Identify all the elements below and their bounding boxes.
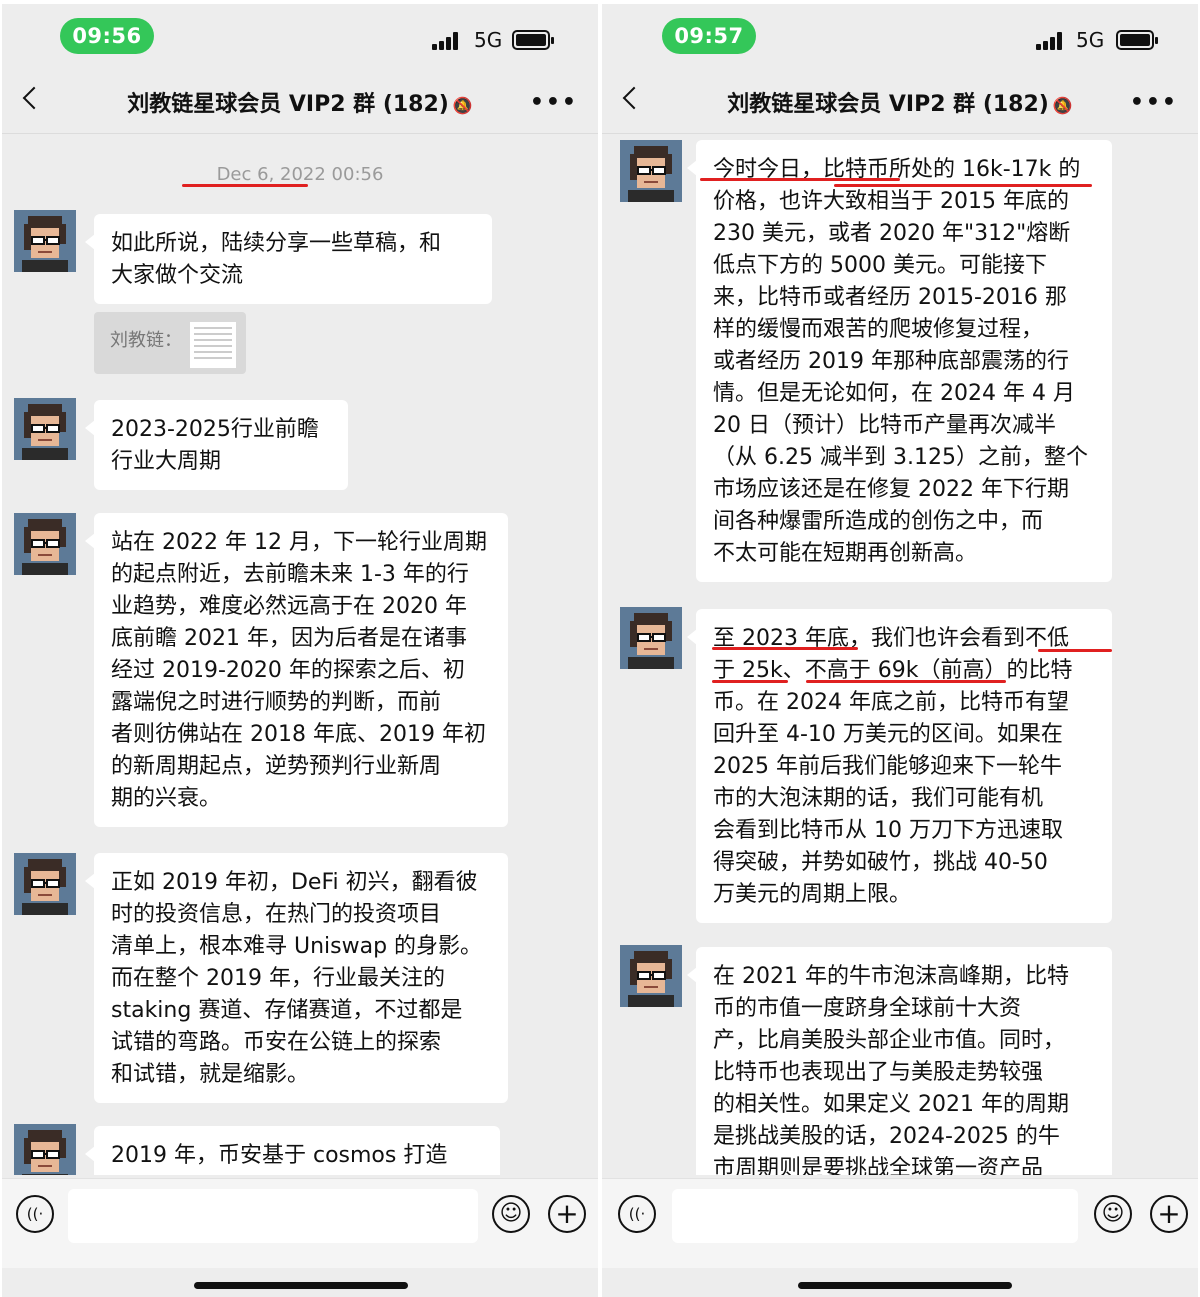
input-bar: ((· ☺ + [2, 1178, 598, 1268]
document-icon [190, 322, 236, 368]
annotation-underline [712, 680, 788, 683]
plus-icon[interactable]: + [1150, 1195, 1188, 1233]
annotation-underline [182, 184, 308, 187]
avatar[interactable] [14, 398, 76, 460]
message-input[interactable] [68, 1189, 478, 1243]
chat-title[interactable]: 刘教链星球会员 VIP2 群 (182) 🔕 [662, 86, 1138, 118]
mute-bell-icon: 🔕 [452, 96, 473, 115]
network-label: 5G [1076, 28, 1105, 52]
screenshot-composite: 09:56 5G 刘教链星球会员 VIP2 群 (182) 🔕 ••• Dec 6… [0, 0, 1200, 1297]
annotation-underline [1038, 649, 1112, 652]
home-indicator [798, 1282, 1012, 1289]
phone-right: 09:57 5G 刘教链星球会员 VIP2 群 (182) 🔕 ••• 今时今日，… [602, 4, 1198, 1297]
more-dots-icon[interactable]: ••• [1130, 90, 1178, 115]
annotation-underline [700, 178, 900, 181]
message-bubble[interactable]: 今时今日，比特币所处的 16k-17k 的 价格，也许大致相当于 2015 年底… [687, 140, 1112, 582]
message-timestamp: Dec 6, 2022 00:56 [216, 164, 384, 185]
home-indicator [194, 1282, 408, 1289]
file-message[interactable]: 刘教链： [94, 312, 246, 374]
chat-area[interactable]: 今时今日，比特币所处的 16k-17k 的 价格，也许大致相当于 2015 年底… [602, 135, 1198, 1175]
message-bubble[interactable]: 站在 2022 年 12 月，下一轮行业周期 的起点附近，去前瞻未来 1-3 年… [85, 513, 508, 827]
message-bubble[interactable]: 如此所说，陆续分享一些草稿，和 大家做个交流 [85, 214, 492, 304]
status-bar: 09:57 5G [602, 4, 1198, 64]
message-input[interactable] [672, 1189, 1078, 1243]
phone-left: 09:56 5G 刘教链星球会员 VIP2 群 (182) 🔕 ••• Dec 6… [2, 4, 598, 1297]
status-time: 09:57 [662, 18, 756, 54]
file-sender: 刘教链： [110, 330, 182, 351]
message-bubble[interactable]: 2023-2025行业前瞻 行业大周期 [85, 400, 348, 490]
annotation-underline [712, 647, 858, 650]
signal-icon [432, 32, 464, 50]
annotation-underline [834, 184, 1092, 187]
voice-icon[interactable]: ((· [618, 1195, 656, 1233]
battery-icon [1116, 30, 1158, 50]
voice-icon[interactable]: ((· [16, 1195, 54, 1233]
avatar[interactable] [620, 607, 682, 669]
status-bar: 09:56 5G [2, 4, 598, 64]
emoji-icon[interactable]: ☺ [1094, 1195, 1132, 1233]
avatar[interactable] [14, 513, 76, 575]
avatar[interactable] [620, 140, 682, 202]
plus-icon[interactable]: + [548, 1195, 586, 1233]
back-arrow-icon[interactable] [22, 86, 46, 110]
status-time: 09:56 [60, 18, 154, 54]
nav-bar: 刘教链星球会员 VIP2 群 (182) 🔕 ••• [602, 64, 1198, 134]
message-bubble[interactable]: 至 2023 年底，我们也许会看到不低 于 25k、不高于 69k（前高）的比特… [687, 609, 1112, 923]
input-bar: ((· ☺ + [602, 1178, 1198, 1268]
chat-area[interactable]: Dec 6, 2022 00:56 如此所说，陆续分享一些草稿，和 大家做个交流… [2, 135, 598, 1175]
avatar[interactable] [14, 1124, 76, 1175]
avatar[interactable] [14, 210, 76, 272]
avatar[interactable] [14, 853, 76, 915]
network-label: 5G [474, 28, 503, 52]
battery-icon [512, 30, 554, 50]
emoji-icon[interactable]: ☺ [492, 1195, 530, 1233]
back-arrow-icon[interactable] [622, 86, 646, 110]
message-bubble[interactable]: 在 2021 年的牛市泡沫高峰期，比特 币的市值一度跻身全球前十大资 产，比肩美… [687, 947, 1112, 1175]
signal-icon [1036, 32, 1068, 50]
chat-title[interactable]: 刘教链星球会员 VIP2 群 (182) 🔕 [62, 86, 538, 118]
message-bubble[interactable]: 2019 年，币安基于 cosmos 打造 [85, 1126, 500, 1175]
annotation-underline [806, 680, 1006, 683]
more-dots-icon[interactable]: ••• [530, 90, 578, 115]
mute-bell-icon: 🔕 [1052, 96, 1073, 115]
message-bubble[interactable]: 正如 2019 年初，DeFi 初兴，翻看彼 时的投资信息，在热门的投资项目 清… [85, 853, 508, 1103]
nav-bar: 刘教链星球会员 VIP2 群 (182) 🔕 ••• [2, 64, 598, 134]
avatar[interactable] [620, 945, 682, 1007]
